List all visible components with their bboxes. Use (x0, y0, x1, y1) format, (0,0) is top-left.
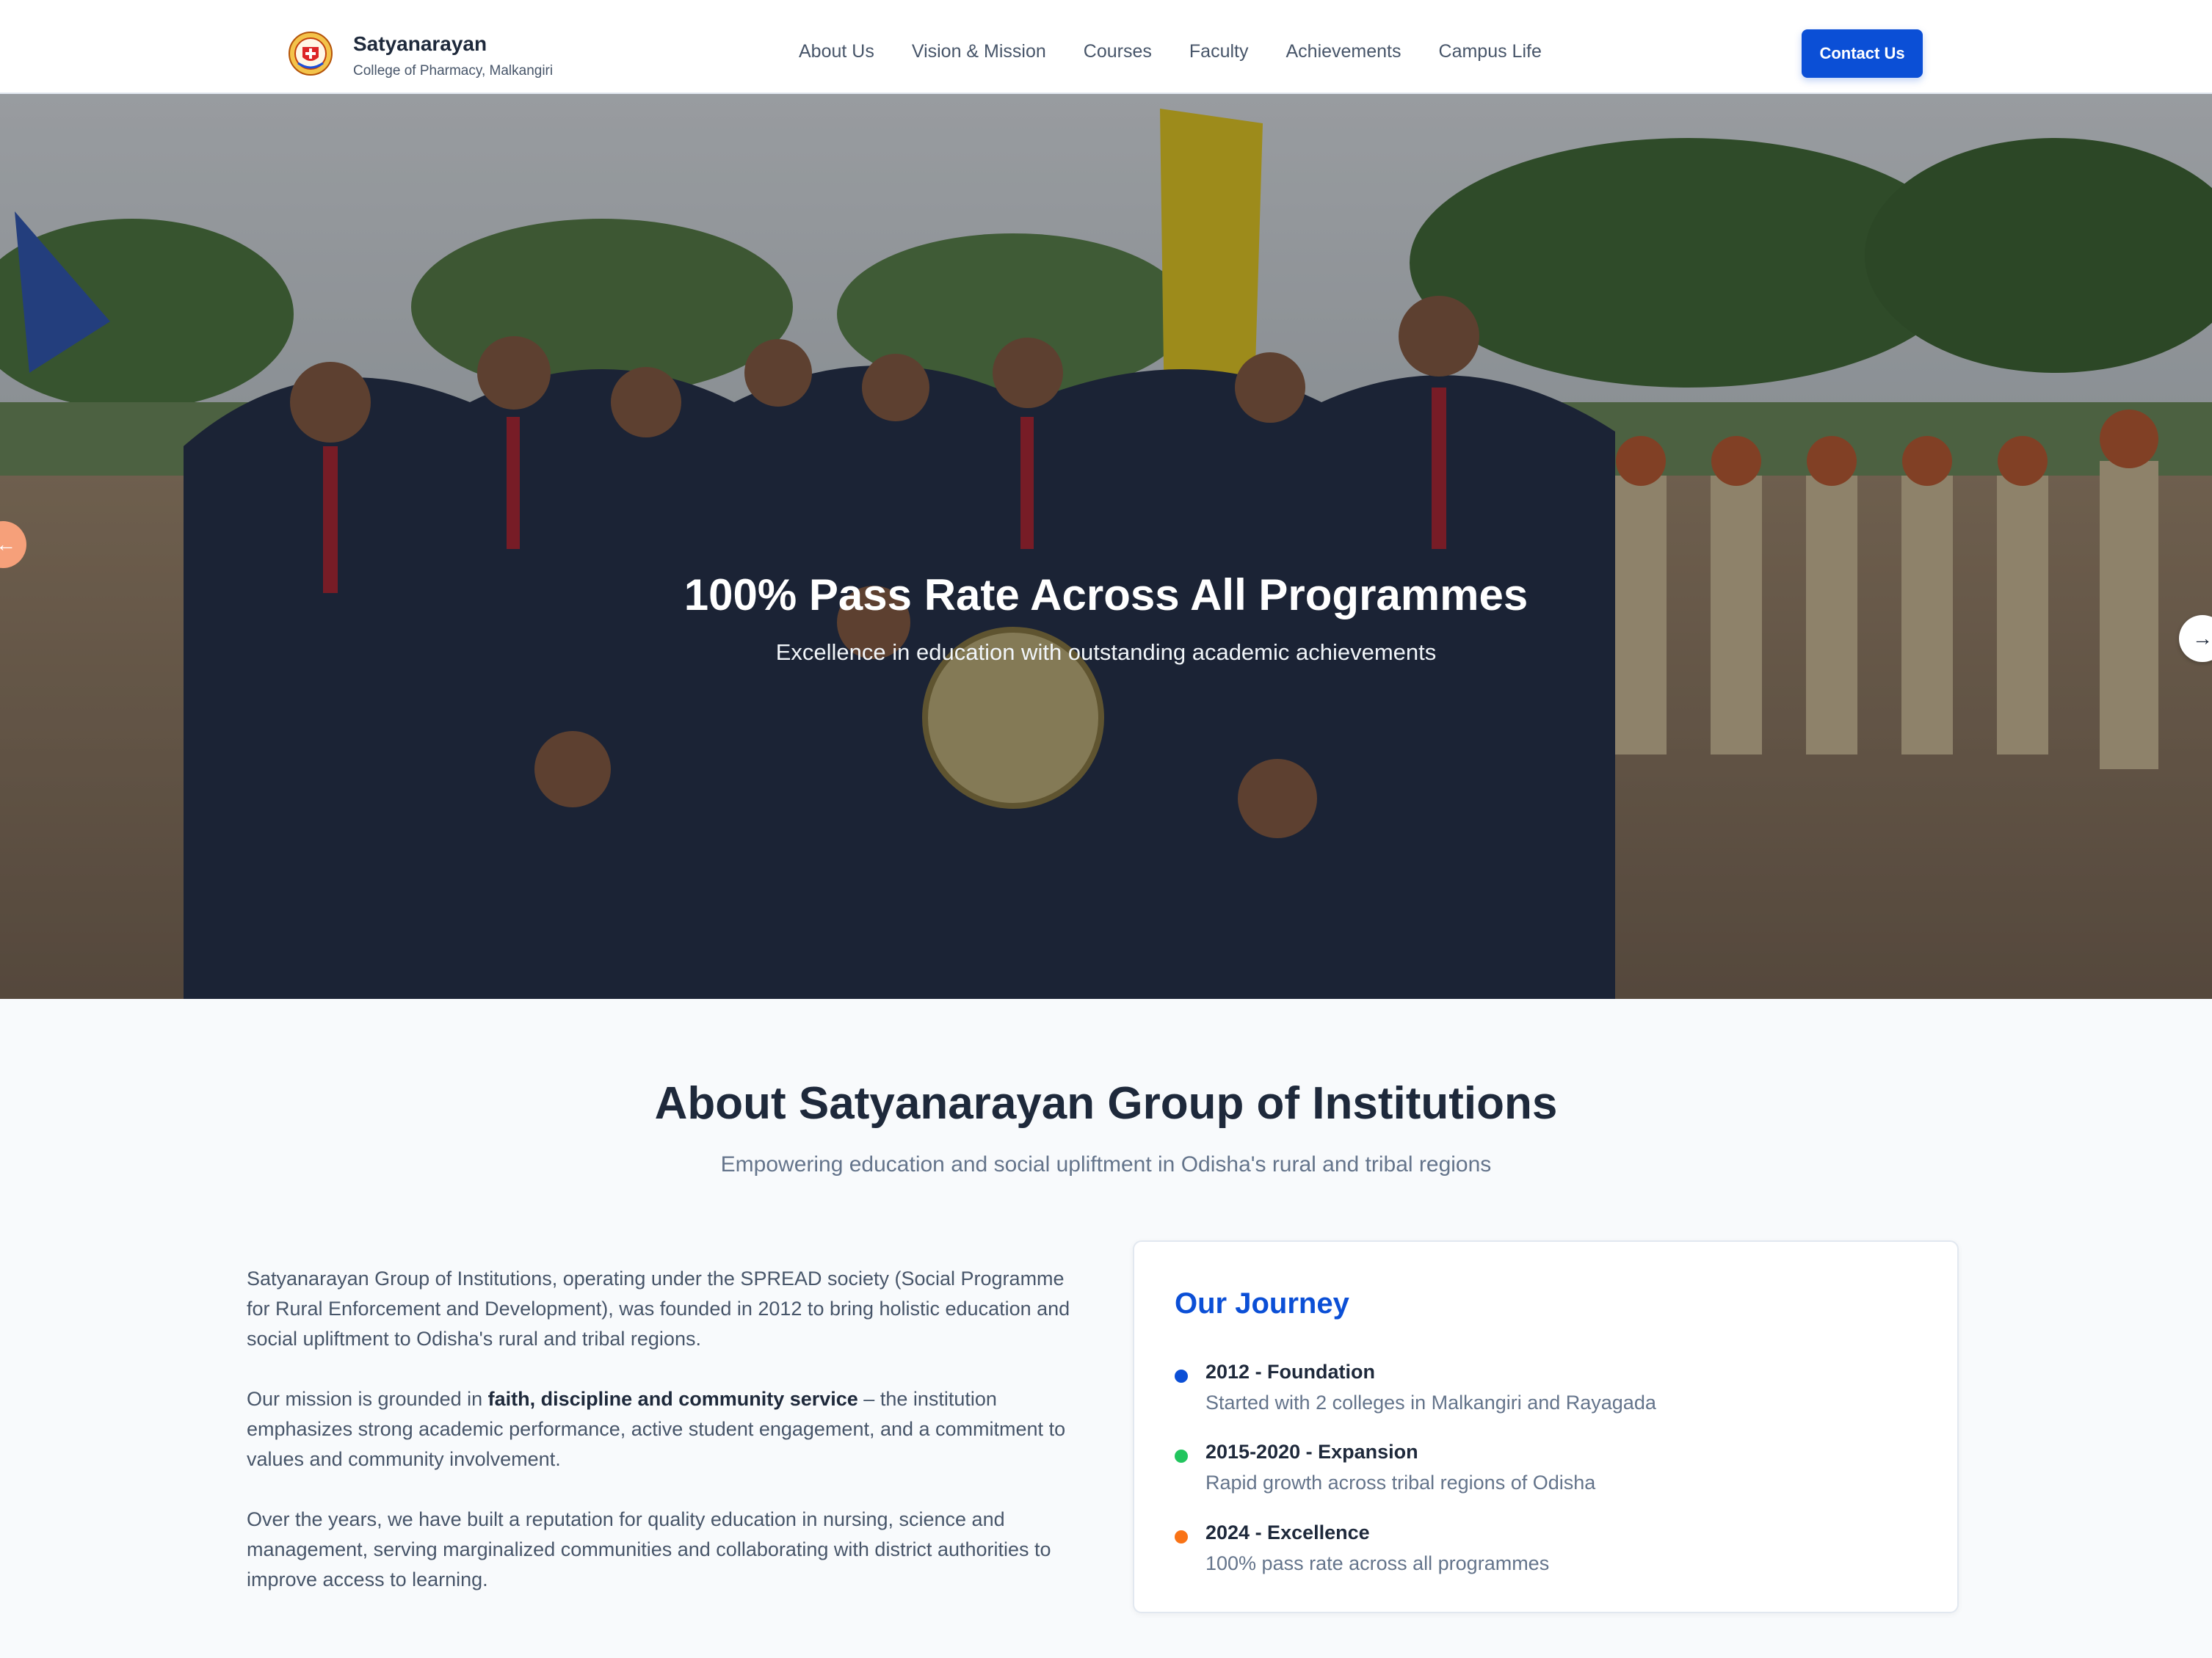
about-description: Satyanarayan Group of Institutions, oper… (247, 1264, 1080, 1625)
contact-us-button[interactable]: Contact Us (1802, 29, 1923, 78)
arrow-right-icon: → (2192, 627, 2212, 650)
nav-faculty[interactable]: Faculty (1189, 41, 1249, 62)
nav-about-us[interactable]: About Us (799, 41, 874, 62)
journey-title: Our Journey (1175, 1287, 1349, 1320)
about-paragraph-1: Satyanarayan Group of Institutions, oper… (247, 1268, 1070, 1350)
about-paragraph-2: Our mission is grounded in faith, discip… (247, 1388, 1066, 1470)
bullet-icon (1175, 1370, 1188, 1383)
brand-name[interactable]: Satyanarayan (353, 32, 487, 56)
journey-item-heading: 2015-2020 - Expansion (1205, 1441, 1418, 1463)
bullet-icon (1175, 1530, 1188, 1544)
journey-card: Our Journey 2012 - Foundation Started wi… (1133, 1240, 1959, 1613)
about-paragraph-3: Over the years, we have built a reputati… (247, 1508, 1051, 1590)
about-subtitle: Empowering education and social upliftme… (720, 1152, 1492, 1177)
bullet-icon (1175, 1450, 1188, 1463)
about-title: About Satyanarayan Group of Institutions (654, 1078, 1558, 1129)
main-nav: About Us Vision & Mission Courses Facult… (799, 41, 1579, 62)
brand-subtitle: College of Pharmacy, Malkangiri (353, 63, 554, 79)
nav-vision-mission[interactable]: Vision & Mission (912, 41, 1046, 62)
nav-achievements[interactable]: Achievements (1286, 41, 1401, 62)
journey-item-desc: Started with 2 colleges in Malkangiri an… (1205, 1392, 1656, 1414)
hero-carousel: 100% Pass Rate Across All Programmes Exc… (0, 94, 2212, 999)
hero-subtitle: Excellence in education with outstanding… (775, 639, 1437, 665)
hero-title: 100% Pass Rate Across All Programmes (683, 570, 1529, 619)
hero-overlay (0, 94, 2212, 999)
journey-item-desc: 100% pass rate across all programmes (1205, 1552, 1550, 1574)
navbar: Satyanarayan College of Pharmacy, Malkan… (0, 0, 2212, 94)
nav-campus-life[interactable]: Campus Life (1439, 41, 1542, 62)
journey-item-heading: 2024 - Excellence (1205, 1521, 1370, 1544)
journey-item-heading: 2012 - Foundation (1205, 1361, 1376, 1383)
arrow-left-icon: ← (0, 533, 16, 556)
college-logo[interactable] (288, 31, 333, 76)
nav-courses[interactable]: Courses (1084, 41, 1152, 62)
journey-item-desc: Rapid growth across tribal regions of Od… (1205, 1472, 1596, 1494)
about-mission-highlight: faith, discipline and community service (487, 1388, 858, 1410)
